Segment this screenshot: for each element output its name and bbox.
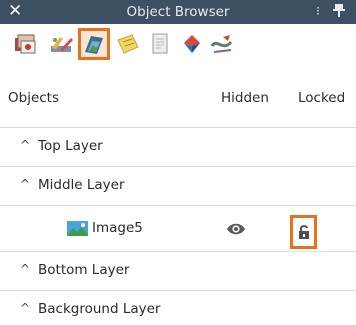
unlocked-padlock-icon [299, 225, 309, 239]
object-row-image5[interactable]: Image5 [0, 206, 356, 252]
layer-label: Bottom Layer [38, 262, 130, 278]
layer-row-middle[interactable]: ^ Middle Layer [0, 167, 356, 206]
collapse-chevron-icon[interactable]: ^ [20, 177, 30, 191]
images-tool-icon[interactable] [78, 28, 110, 60]
visibility-eye-icon[interactable] [226, 222, 246, 236]
layer-row-background[interactable]: ^ Background Layer [0, 291, 356, 325]
toolbar [0, 24, 356, 68]
layer-row-bottom[interactable]: ^ Bottom Layer [0, 252, 356, 291]
more-options-icon[interactable]: ⁝ [316, 4, 320, 18]
collapse-chevron-icon[interactable]: ^ [20, 301, 30, 315]
strokes-tool-icon[interactable] [206, 28, 238, 60]
object-label: Image5 [92, 220, 143, 236]
pages-tool-icon[interactable] [144, 28, 176, 60]
pin-icon[interactable] [332, 2, 346, 18]
paths-tool-icon[interactable] [46, 28, 78, 60]
notes-tool-icon[interactable] [112, 28, 144, 60]
hidden-column-header[interactable]: Hidden [221, 90, 269, 106]
window-title: Object Browser [126, 4, 230, 20]
collapse-chevron-icon[interactable]: ^ [20, 262, 30, 276]
image-thumbnail-icon [67, 221, 88, 236]
column-header: Objects Hidden Locked [0, 68, 356, 128]
locked-column-header[interactable]: Locked [298, 90, 345, 106]
layer-label: Middle Layer [38, 177, 125, 193]
layer-row-top[interactable]: ^ Top Layer [0, 128, 356, 167]
title-bar: ✕ Object Browser ⁝ [0, 0, 356, 24]
layer-label: Top Layer [38, 138, 103, 154]
layer-label: Background Layer [38, 301, 161, 317]
shapes-tool-icon[interactable] [176, 28, 208, 60]
objects-tool-icon[interactable] [10, 28, 42, 60]
collapse-chevron-icon[interactable]: ^ [20, 138, 30, 152]
objects-column-header[interactable]: Objects [8, 90, 59, 106]
lock-toggle-button[interactable] [290, 215, 317, 249]
